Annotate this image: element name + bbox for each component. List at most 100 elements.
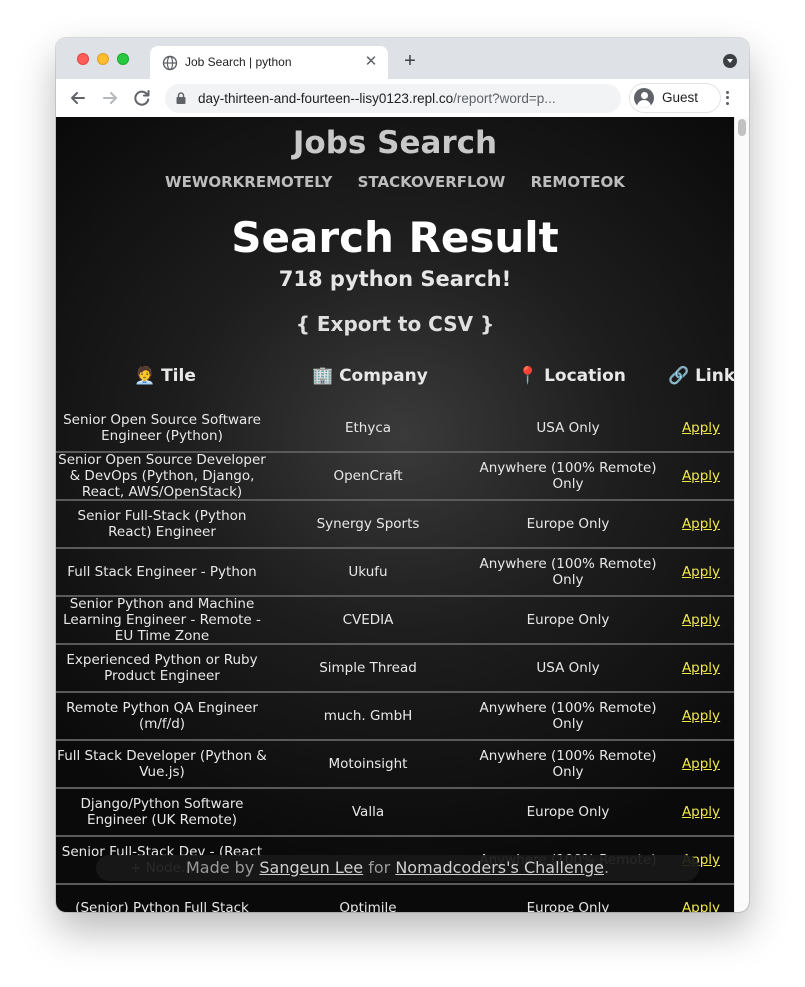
job-location: Europe Only [526,612,610,628]
header-title: 🧑‍💼 Tile [134,366,196,386]
close-tab-icon[interactable]: ✕ [362,53,380,71]
url-host: day-thirteen-and-fourteen--lisy0123.repl… [198,91,454,106]
table-row: Senior Python and Machine Learning Engin… [56,596,734,645]
apply-link[interactable]: Apply [682,756,720,772]
result-count: 718 python Search! [278,267,512,291]
zoom-window-button[interactable] [117,53,129,65]
apply-link[interactable]: Apply [682,900,720,912]
job-location: Anywhere (100% Remote) Only [479,556,657,588]
apply-cell: Apply [668,885,734,912]
apply-link[interactable]: Apply [682,708,720,724]
apply-link[interactable]: Apply [682,420,720,436]
job-title: (Senior) Python Full Stack [75,900,249,912]
scrollbar-thumb[interactable] [738,119,746,136]
nav-link-weworkremotely[interactable]: WEWORKREMOTELY [165,173,332,191]
profile-button[interactable]: Guest [629,83,721,113]
header-location: 📍 Location [517,366,626,386]
apply-cell: Apply [668,597,734,643]
header-link: 🔗 Link [668,366,736,386]
apply-link[interactable]: Apply [682,660,720,676]
nav-link-remoteok[interactable]: REMOTEOK [531,173,625,191]
table-row: Remote Python QA Engineer (m/f/d) much. … [56,693,734,741]
job-company: Simple Thread [319,660,417,676]
new-tab-button[interactable]: + [400,51,420,72]
browser-toolbar: day-thirteen-and-fourteen--lisy0123.repl… [56,79,749,118]
apply-cell: Apply [668,501,734,547]
table-row: Senior Full-Stack (Python React) Enginee… [56,501,734,549]
apply-cell: Apply [668,549,734,595]
reload-icon[interactable] [131,87,153,109]
apply-cell: Apply [668,405,734,451]
tab-bar: Job Search | python ✕ + [56,38,749,79]
table-row: Django/Python Software Engineer (UK Remo… [56,789,734,837]
job-company: CVEDIA [342,612,394,628]
job-company: Optimile [339,900,397,912]
author-link[interactable]: Sangeun Lee [259,858,363,877]
avatar-icon [634,88,654,108]
apply-cell: Apply [668,741,734,787]
profile-name: Guest [662,90,699,105]
job-company: Ethyca [344,420,392,436]
footer-for: for [363,858,396,877]
footer-credit: Made by Sangeun Lee for Nomadcoders's Ch… [96,855,699,881]
table-row: Full Stack Engineer - Python Ukufu Anywh… [56,549,734,597]
job-title: Senior Open Source Developer & DevOps (P… [58,452,266,500]
close-window-button[interactable] [77,53,89,65]
site-title: Jobs Search [292,125,498,161]
table-row: Experienced Python or Ruby Product Engin… [56,645,734,693]
job-company: much. GmbH [323,708,413,724]
page-title: Search Result [231,213,559,262]
url-path: /report?word=p... [453,91,556,106]
job-title: Senior Open Source Software Engineer (Py… [63,412,261,444]
job-company: Valla [351,804,385,820]
tab-job-search[interactable]: Job Search | python ✕ [150,46,388,79]
footer-made-by: Made by [185,858,260,877]
browser-window: Job Search | python ✕ + day-thirteen-and… [56,38,749,912]
table-row: Full Stack Developer (Python & Vue.js) M… [56,741,734,789]
job-title: Senior Full-Stack (Python React) Enginee… [77,508,247,540]
job-title: Django/Python Software Engineer (UK Remo… [80,796,244,828]
apply-link[interactable]: Apply [682,564,720,580]
forward-arrow-icon[interactable] [99,87,121,109]
footer-period: . [603,858,610,877]
job-company: Motoinsight [328,756,408,772]
scrollbar[interactable] [734,117,749,912]
job-title: Full Stack Engineer - Python [67,564,257,580]
job-location: USA Only [536,420,600,436]
job-location: USA Only [536,660,600,676]
table-row: Senior Open Source Software Engineer (Py… [56,405,734,453]
apply-link[interactable]: Apply [682,804,720,820]
table-row: Senior Open Source Developer & DevOps (P… [56,452,734,501]
apply-cell: Apply [668,453,734,499]
apply-cell: Apply [668,693,734,739]
apply-cell: Apply [668,789,734,835]
job-location: Europe Only [526,804,610,820]
job-company: OpenCraft [333,468,403,484]
more-menu-icon[interactable] [723,88,731,108]
tab-search-chevron-icon[interactable] [723,54,737,68]
apply-link[interactable]: Apply [682,516,720,532]
job-location: Anywhere (100% Remote) Only [479,700,657,732]
globe-icon [162,55,178,71]
minimize-window-button[interactable] [97,53,109,65]
tab-title: Job Search | python [185,55,292,69]
header-company: 🏢 Company [312,366,428,386]
apply-link[interactable]: Apply [682,612,720,628]
job-company: Ukufu [348,564,388,580]
job-title: Remote Python QA Engineer (m/f/d) [66,700,258,732]
page-content: Jobs Search WEWORKREMOTELY STACKOVERFLOW… [56,117,736,912]
job-location: Europe Only [526,900,610,912]
back-arrow-icon[interactable] [67,87,89,109]
job-title: Experienced Python or Ruby Product Engin… [66,652,258,684]
export-csv-link[interactable]: { Export to CSV } [56,312,734,336]
address-bar[interactable]: day-thirteen-and-fourteen--lisy0123.repl… [165,84,621,113]
challenge-link[interactable]: Nomadcoders's Challenge [395,858,604,877]
nav-link-stackoverflow[interactable]: STACKOVERFLOW [358,173,506,191]
apply-link[interactable]: Apply [682,468,720,484]
job-location: Anywhere (100% Remote) Only [479,460,657,492]
job-location: Anywhere (100% Remote) Only [479,748,657,780]
lock-icon [176,92,186,104]
url-text: day-thirteen-and-fourteen--lisy0123.repl… [198,91,556,106]
page-viewport: Jobs Search WEWORKREMOTELY STACKOVERFLOW… [56,117,749,912]
job-title: Full Stack Developer (Python & Vue.js) [57,748,267,780]
